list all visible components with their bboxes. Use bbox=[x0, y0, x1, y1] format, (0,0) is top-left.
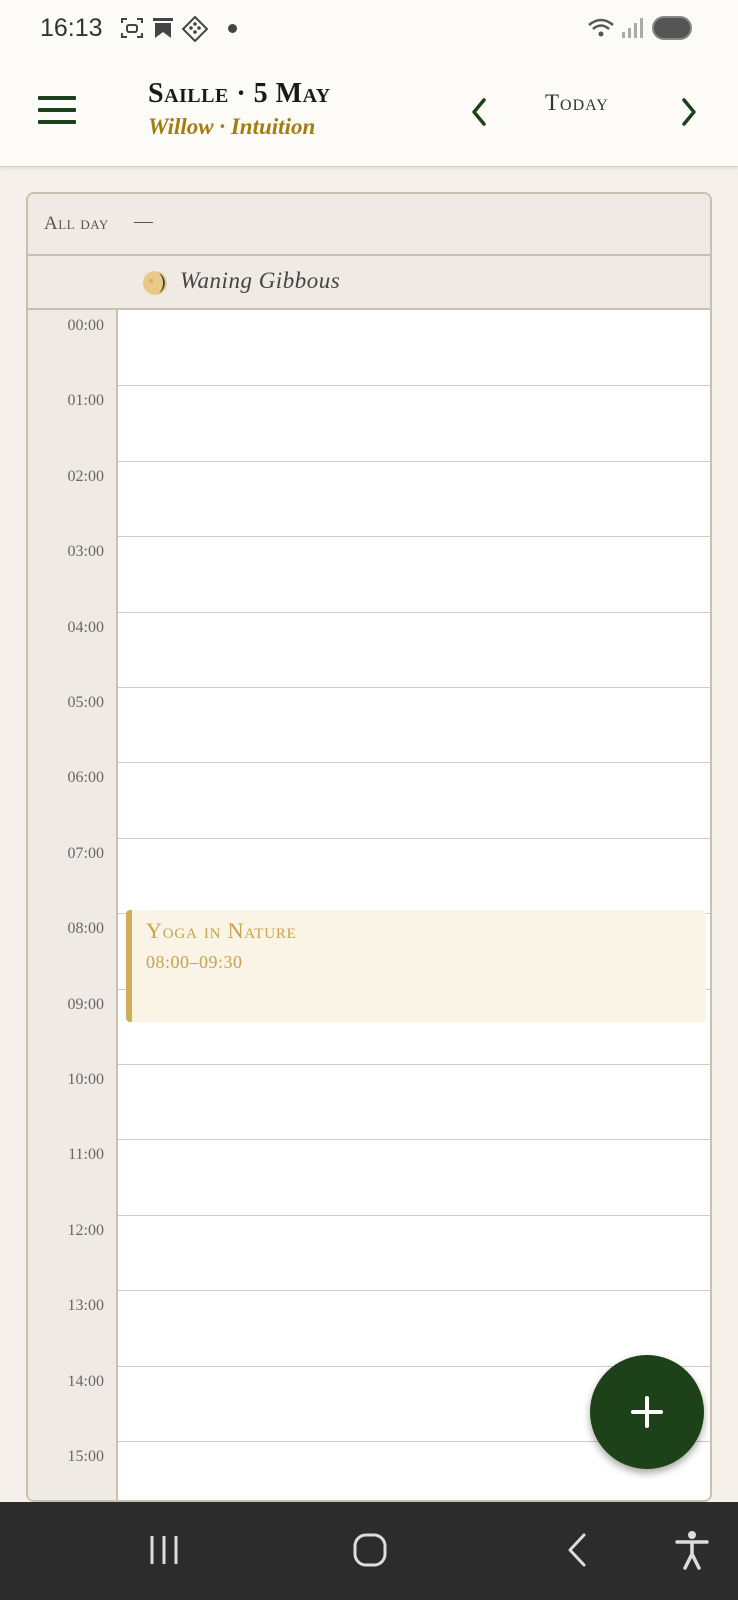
signal-icon bbox=[622, 18, 643, 38]
add-event-button[interactable] bbox=[590, 1355, 704, 1469]
home-icon bbox=[353, 1533, 387, 1567]
recent-apps-icon bbox=[150, 1536, 178, 1564]
app-diamond-icon bbox=[182, 16, 208, 42]
plus-icon bbox=[631, 1396, 663, 1428]
hour-label: 10:00 bbox=[67, 1071, 104, 1088]
page-subtitle: Willow · Intuition bbox=[148, 114, 316, 139]
all-day-label: All day bbox=[44, 213, 109, 234]
day-calendar: All day — Waning Gibbous 00:00 01:00 02:00… bbox=[26, 192, 712, 1502]
bookmark-icon bbox=[153, 18, 173, 38]
system-nav-bar bbox=[0, 1502, 738, 1600]
hour-divider bbox=[118, 385, 710, 387]
hour-label: 15:00 bbox=[67, 1448, 104, 1465]
hour-label: 06:00 bbox=[67, 769, 104, 787]
hour-grid[interactable]: 00:00 01:00 02:00 03:00 04:00 05:00 06:00 07:00… bbox=[28, 310, 710, 1500]
hour-label: 09:00 bbox=[67, 995, 104, 1013]
chevron-right-icon bbox=[682, 98, 696, 126]
hour-label: 05:00 bbox=[67, 694, 104, 711]
hour-label: 04:00 bbox=[67, 618, 104, 636]
chevron-left-icon bbox=[472, 98, 486, 126]
status-time: 16:13 bbox=[40, 14, 103, 42]
event-yoga-in-nature[interactable]: Yoga in Nature 08:00–09:30 bbox=[126, 910, 706, 1022]
back-button[interactable] bbox=[560, 1532, 596, 1573]
hour-label: 11:00 bbox=[68, 1146, 104, 1164]
moon-phase-label: Waning Gibbous bbox=[180, 268, 341, 293]
hour-divider bbox=[118, 687, 710, 688]
wifi-icon bbox=[588, 18, 614, 37]
today-button[interactable]: Today bbox=[545, 90, 609, 116]
menu-icon bbox=[38, 96, 76, 100]
hour-divider bbox=[118, 1139, 710, 1141]
moon-phase-row: Waning Gibbous bbox=[28, 256, 710, 310]
all-day-value: — bbox=[134, 211, 153, 232]
back-icon bbox=[568, 1533, 586, 1567]
hour-divider bbox=[118, 611, 710, 613]
hour-label: 13:00 bbox=[67, 1297, 104, 1315]
hour-label: 03:00 bbox=[67, 543, 104, 561]
previous-day-button[interactable] bbox=[466, 94, 492, 130]
hour-label: 07:00 bbox=[67, 844, 104, 862]
menu-button[interactable] bbox=[38, 96, 78, 126]
hour-label: 01:00 bbox=[67, 392, 104, 410]
hour-label: 00:00 bbox=[67, 317, 104, 334]
hour-divider bbox=[118, 837, 710, 839]
hour-divider bbox=[118, 1214, 710, 1216]
hour-label: 12:00 bbox=[67, 1221, 104, 1239]
battery-icon bbox=[652, 16, 692, 40]
event-time: 08:00–09:30 bbox=[146, 952, 243, 972]
hour-divider bbox=[118, 762, 710, 764]
hour-divider bbox=[118, 1064, 710, 1065]
event-title: Yoga in Nature bbox=[146, 918, 297, 943]
status-bar: 16:13 bbox=[0, 0, 738, 58]
page-title: Saille · 5 May bbox=[148, 78, 331, 109]
all-day-row[interactable]: All day — bbox=[28, 194, 710, 256]
hour-divider bbox=[118, 1290, 710, 1292]
accessibility-icon bbox=[675, 1531, 709, 1570]
home-button[interactable] bbox=[352, 1532, 388, 1573]
hour-label: 02:00 bbox=[67, 467, 104, 485]
screenshot-icon bbox=[121, 18, 143, 38]
next-day-button[interactable] bbox=[676, 94, 702, 130]
hour-label: 08:00 bbox=[67, 920, 104, 938]
time-column: 00:00 01:00 02:00 03:00 04:00 05:00 06:00 07:00… bbox=[28, 310, 118, 1500]
hour-divider bbox=[118, 460, 710, 462]
app-header: Saille · 5 May Willow · Intuition Today bbox=[0, 58, 738, 167]
hour-divider bbox=[118, 536, 710, 538]
hour-label: 14:00 bbox=[67, 1372, 104, 1390]
notification-dot bbox=[228, 24, 237, 33]
accessibility-button[interactable] bbox=[674, 1530, 710, 1575]
waning-gibbous-moon-icon bbox=[143, 271, 167, 295]
recent-apps-button[interactable] bbox=[146, 1532, 182, 1573]
